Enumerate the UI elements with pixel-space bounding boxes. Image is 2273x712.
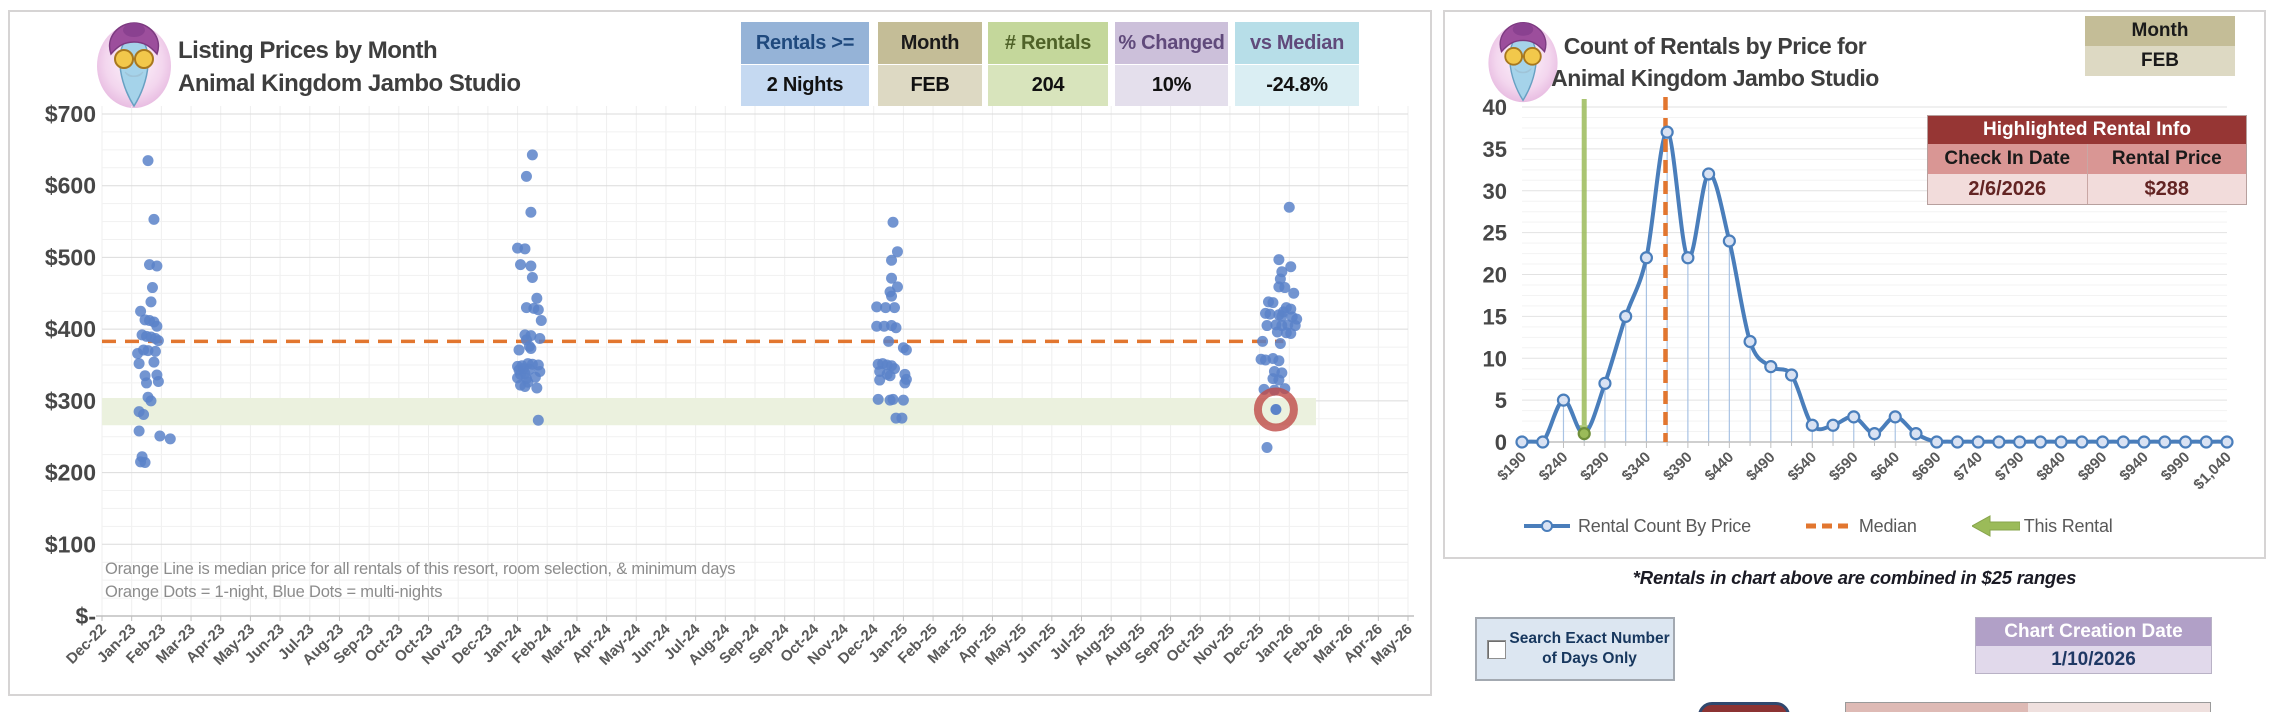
svg-text:0: 0 — [1495, 430, 1507, 455]
svg-text:30: 30 — [1483, 179, 1507, 204]
svg-text:$940: $940 — [2116, 449, 2152, 485]
svg-text:$100: $100 — [45, 531, 96, 557]
info-table-checkin-value: 2/6/2026 — [1928, 174, 2088, 204]
listing-prices-panel: Listing Prices by Month Animal Kingdom J… — [8, 10, 1432, 696]
svg-text:$740: $740 — [1950, 449, 1986, 485]
svg-text:5: 5 — [1495, 388, 1507, 413]
svg-text:$400: $400 — [45, 316, 96, 342]
highlighted-rental-dot — [1270, 403, 1282, 415]
svg-text:10: 10 — [1483, 346, 1507, 371]
chart-creation-date-label: Chart Creation Date — [1976, 618, 2211, 646]
line-series-icon — [1524, 520, 1570, 532]
scatter-gridlines — [101, 106, 1409, 617]
scatter-y-axis-labels: $700$600$500$400$300$200$100$- — [45, 101, 96, 629]
scatter-x-axis-labels: Dec-22Jan-23Feb-23Mar-23Apr-23May-23Jun-… — [63, 620, 1416, 668]
svg-text:40: 40 — [1483, 95, 1507, 120]
svg-text:$840: $840 — [2033, 449, 2069, 485]
search-exact-days-label-line2: of Days Only — [1542, 650, 1637, 667]
svg-text:$690: $690 — [1909, 449, 1945, 485]
svg-text:$290: $290 — [1577, 449, 1613, 485]
legend-item-median: Median — [1805, 515, 1917, 537]
this-rental-arrow-icon — [1971, 515, 2020, 537]
svg-text:$200: $200 — [45, 460, 96, 486]
svg-text:$590: $590 — [1826, 449, 1862, 485]
legend-item-series: Rental Count By Price — [1523, 516, 1751, 537]
median-dash-icon — [1805, 523, 1852, 529]
info-table-price-value: $288 — [2087, 174, 2246, 204]
chart-creation-date-box: Chart Creation Date 1/10/2026 — [1975, 617, 2212, 674]
svg-text:$990: $990 — [2158, 449, 2194, 485]
legend-series-label: Rental Count By Price — [1578, 515, 1751, 536]
partially-visible-pink-table — [1845, 702, 2211, 712]
svg-text:35: 35 — [1483, 137, 1507, 162]
info-table-col-checkin: Check In Date — [1928, 144, 2088, 174]
svg-text:$340: $340 — [1619, 449, 1655, 485]
partially-visible-button[interactable] — [1698, 702, 1790, 712]
svg-text:$1,040: $1,040 — [2190, 449, 2234, 493]
svg-text:$790: $790 — [1992, 449, 2028, 485]
search-exact-days-panel: Search Exact Number of Days Only — [1475, 617, 1675, 681]
svg-text:$490: $490 — [1743, 449, 1779, 485]
svg-text:$640: $640 — [1867, 449, 1903, 485]
left-chart-note: Orange Line is median price for all rent… — [105, 558, 736, 604]
left-chart-note-line1: Orange Line is median price for all rent… — [105, 560, 736, 578]
pink-table-cell-right — [2028, 703, 2210, 712]
chart-legend: Rental Count By Price Median This Rental — [1523, 515, 2113, 537]
svg-text:$890: $890 — [2075, 449, 2111, 485]
search-exact-days-checkbox[interactable] — [1487, 639, 1506, 659]
chart-creation-date-value: 1/10/2026 — [1976, 646, 2211, 673]
svg-text:$700: $700 — [45, 101, 96, 127]
svg-text:15: 15 — [1483, 304, 1507, 329]
line-chart-y-labels: 0 5 10 15 20 25 30 35 40 — [1483, 95, 1507, 455]
left-chart-note-line2: Orange Dots = 1-night, Blue Dots = multi… — [105, 583, 443, 601]
svg-text:$440: $440 — [1702, 449, 1738, 485]
svg-text:$390: $390 — [1660, 449, 1696, 485]
combined-ranges-footnote: *Rentals in chart above are combined in … — [1632, 567, 2077, 588]
line-chart-x-labels: $190 $240 $290 $340 $390 $440 $490 $540 $590 $640… — [1494, 449, 2235, 493]
scatter-axes — [96, 615, 1414, 621]
search-exact-days-label-line1: Search Exact Number — [1509, 630, 1670, 647]
rental-dashboard: Listing Prices by Month Animal Kingdom J… — [0, 0, 2273, 712]
svg-text:$300: $300 — [45, 388, 96, 414]
info-table-title: Highlighted Rental Info — [1928, 116, 2246, 144]
info-table-col-price: Rental Price — [2087, 144, 2246, 174]
svg-text:25: 25 — [1483, 221, 1507, 246]
svg-text:$240: $240 — [1536, 449, 1572, 485]
highlighted-rental-info-table: Highlighted Rental Info Check In Date Re… — [1927, 115, 2247, 205]
svg-text:$600: $600 — [45, 173, 96, 199]
svg-text:20: 20 — [1483, 263, 1507, 288]
this-rental-price-band — [102, 397, 1316, 426]
legend-item-this-rental: This Rental — [1971, 515, 2113, 537]
pink-table-cell-left — [1846, 703, 2028, 712]
legend-median-label: Median — [1858, 515, 1917, 536]
svg-text:$540: $540 — [1785, 449, 1821, 485]
legend-this-rental-label: This Rental — [2023, 515, 2113, 536]
rental-count-line-chart: 0 5 10 15 20 25 30 35 40 $190 $240 $290 $340 $390 $440… — [1483, 95, 2235, 493]
rental-count-panel: Count of Rentals by Price for Animal Kin… — [1443, 10, 2266, 559]
search-exact-days-label: Search Exact Number of Days Only — [1506, 629, 1673, 669]
svg-text:$500: $500 — [45, 244, 96, 270]
